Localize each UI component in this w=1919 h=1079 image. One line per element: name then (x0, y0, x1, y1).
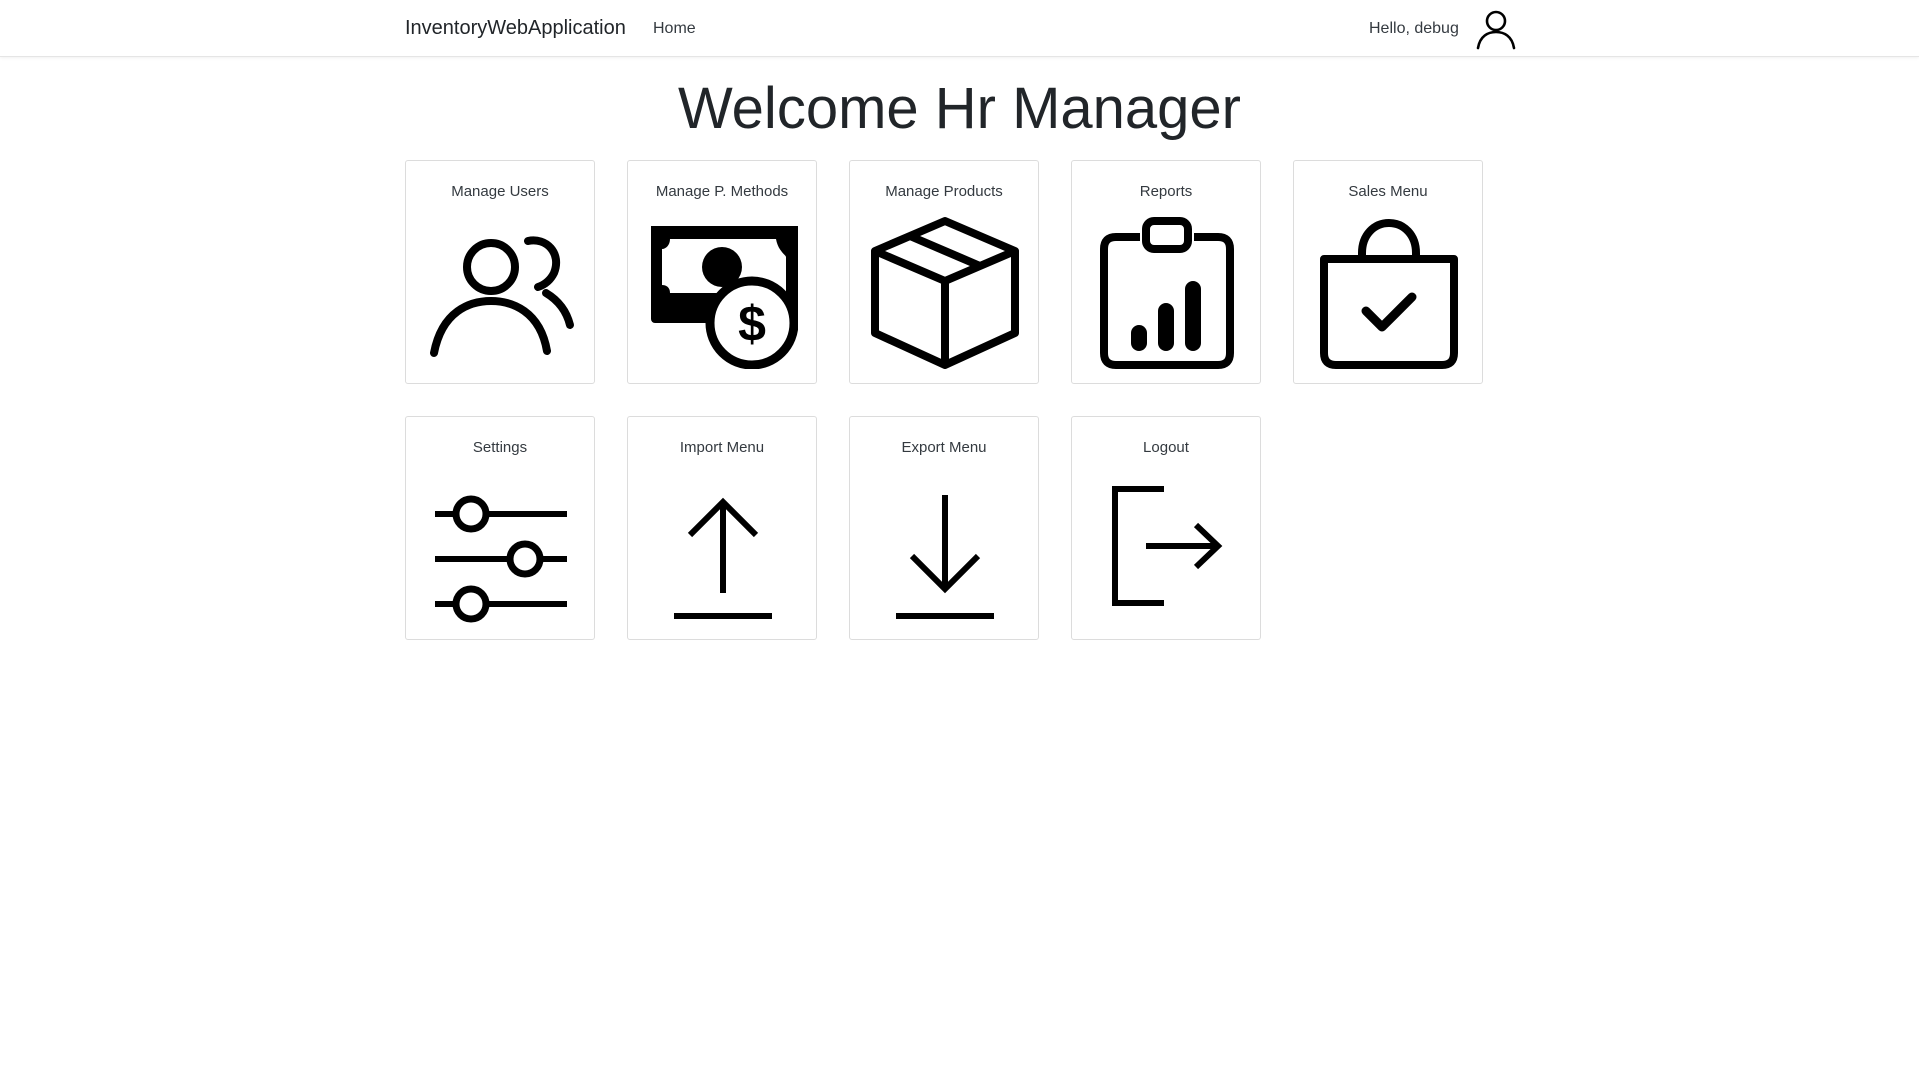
user-greeting-link[interactable]: Hello, debug (1369, 19, 1459, 39)
tile-export-menu[interactable]: Export Menu (849, 416, 1039, 640)
svg-text:$: $ (738, 296, 766, 352)
cash-dollar-icon: $ (648, 213, 799, 370)
logout-icon (1092, 469, 1242, 625)
nav-home-link[interactable]: Home (653, 19, 696, 39)
tile-label: Import Menu (679, 439, 765, 456)
tile-manage-users[interactable]: Manage Users (405, 160, 595, 384)
tile-import-menu[interactable]: Import Menu (627, 416, 817, 640)
tile-reports[interactable]: Reports (1071, 160, 1261, 384)
tile-sales-menu[interactable]: Sales Menu (1293, 160, 1483, 384)
tile-manage-products[interactable]: Manage Products (849, 160, 1039, 384)
tile-label: Manage Products (885, 183, 1003, 200)
page-title: Welcome Hr Manager (677, 76, 1241, 141)
shopping-bag-check-icon (1314, 213, 1464, 369)
box-icon (870, 213, 1020, 369)
tile-label: Manage Users (451, 183, 549, 200)
tile-label: Reports (1139, 183, 1193, 200)
tile-label: Logout (1143, 439, 1189, 456)
download-arrow-icon (870, 469, 1020, 625)
tile-settings[interactable]: Settings (405, 416, 595, 640)
tile-label: Export Menu (901, 439, 987, 456)
tile-label: Settings (472, 439, 528, 456)
tile-manage-payment-methods[interactable]: Manage P. Methods $ (627, 160, 817, 384)
user-icon[interactable] (1475, 8, 1517, 50)
tile-label: Manage P. Methods (655, 183, 789, 200)
users-icon (426, 213, 576, 369)
upload-arrow-icon (648, 469, 798, 625)
sliders-icon (426, 469, 576, 625)
top-navbar: InventoryWebApplication Home Hello, debu… (0, 0, 1919, 57)
tile-logout[interactable]: Logout (1071, 416, 1261, 640)
tile-label: Sales Menu (1348, 183, 1428, 200)
clipboard-chart-icon (1092, 213, 1242, 369)
brand-link[interactable]: InventoryWebApplication (405, 16, 626, 40)
